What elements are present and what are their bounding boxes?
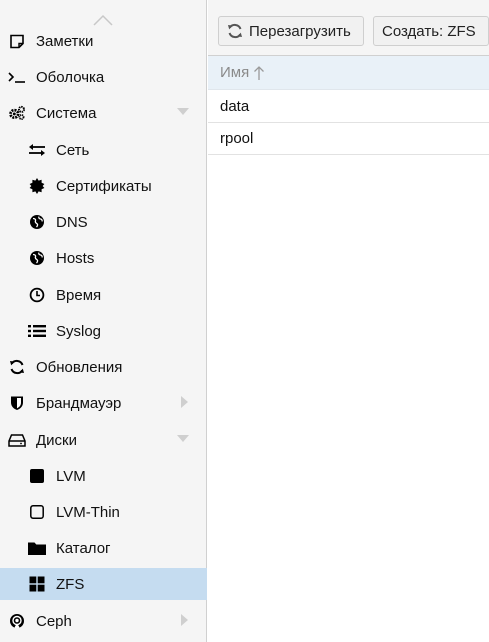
sidebar-item-label: Время <box>56 286 102 304</box>
note-icon <box>8 32 26 50</box>
sidebar-item-shell[interactable]: Оболочка <box>0 61 207 93</box>
table-row[interactable]: rpool <box>208 123 489 155</box>
refresh-icon <box>8 358 26 376</box>
sidebar-item-time[interactable]: Время <box>0 279 207 311</box>
sidebar-item-label: Сертификаты <box>56 177 152 195</box>
sidebar-item-firewall[interactable]: Брандмауэр <box>0 387 207 419</box>
caret-right-icon[interactable] <box>181 614 189 626</box>
table-row[interactable]: data <box>208 91 489 123</box>
sidebar-item-certificates[interactable]: Сертификаты <box>0 170 207 202</box>
create-zfs-button[interactable]: Создать: ZFS <box>373 16 489 46</box>
sidebar-item-label: Сеть <box>56 141 90 159</box>
terminal-icon <box>8 68 26 86</box>
column-header-label: Имя <box>220 64 250 81</box>
pool-name-cell: data <box>220 98 250 115</box>
ceph-icon <box>8 612 26 630</box>
sidebar-item-network[interactable]: Сеть <box>0 134 207 166</box>
sidebar-item-label: LVM <box>56 467 86 485</box>
sidebar-item-label: Каталог <box>56 539 111 557</box>
square-outline-icon <box>28 503 46 521</box>
reload-button-label: Перезагрузить <box>249 22 351 40</box>
sidebar-item-label: Оболочка <box>36 68 105 86</box>
sort-ascending-icon <box>253 65 265 81</box>
cogs-icon <box>8 104 26 122</box>
sidebar-item-label: Диски <box>36 431 77 449</box>
caret-down-icon[interactable] <box>177 108 189 116</box>
caret-right-icon[interactable] <box>181 396 189 408</box>
globe-icon <box>28 213 46 231</box>
folder-icon <box>28 539 46 557</box>
square-icon <box>28 467 46 485</box>
reload-button[interactable]: Перезагрузить <box>218 16 364 46</box>
pool-name-cell: rpool <box>220 130 254 147</box>
sidebar-item-disks[interactable]: Диски <box>0 424 207 456</box>
clock-icon <box>28 286 46 304</box>
toolbar: Перезагрузить Создать: ZFS <box>208 0 489 56</box>
sidebar-item-label: Система <box>36 104 97 122</box>
sidebar-item-ceph[interactable]: Ceph <box>0 605 207 637</box>
sidebar-item-lvm-thin[interactable]: LVM-Thin <box>0 496 207 528</box>
sidebar-item-label: Syslog <box>56 322 102 340</box>
sidebar-item-label: Заметки <box>36 32 94 50</box>
sidebar-item-dns[interactable]: DNS <box>0 206 207 238</box>
refresh-icon <box>227 23 243 39</box>
sidebar-item-system[interactable]: Система <box>0 97 207 129</box>
globe-icon <box>28 249 46 267</box>
certificate-icon <box>28 177 46 195</box>
sidebar-item-label: DNS <box>56 213 88 231</box>
shield-icon <box>8 394 26 412</box>
sidebar-item-label: Брандмауэр <box>36 394 122 412</box>
sidebar-item-lvm[interactable]: LVM <box>0 460 207 492</box>
sidebar-item-label: ZFS <box>56 575 85 593</box>
main-panel: Перезагрузить Создать: ZFS Имя data rpoo… <box>208 0 489 642</box>
sidebar-item-updates[interactable]: Обновления <box>0 351 207 383</box>
sidebar-nav: Заметки Оболочка Система Сеть Сертификат… <box>0 0 207 642</box>
sidebar-item-hosts[interactable]: Hosts <box>0 242 207 274</box>
caret-down-icon[interactable] <box>177 435 189 443</box>
sidebar-item-label: Обновления <box>36 358 123 376</box>
sidebar-item-syslog[interactable]: Syslog <box>0 315 207 347</box>
hdd-icon <box>8 431 26 449</box>
sidebar-item-directory[interactable]: Каталог <box>0 532 207 564</box>
sidebar-item-zfs[interactable]: ZFS <box>0 568 207 600</box>
exchange-icon <box>28 141 46 159</box>
column-header-name[interactable]: Имя <box>208 56 489 90</box>
sidebar-item-notes[interactable]: Заметки <box>0 25 207 57</box>
sidebar-item-label: Ceph <box>36 612 72 630</box>
sidebar-item-label: LVM-Thin <box>56 503 120 521</box>
list-icon <box>28 322 46 340</box>
th-large-icon <box>28 575 46 593</box>
sidebar-item-label: Hosts <box>56 249 95 267</box>
create-zfs-button-label: Создать: ZFS <box>382 22 476 40</box>
